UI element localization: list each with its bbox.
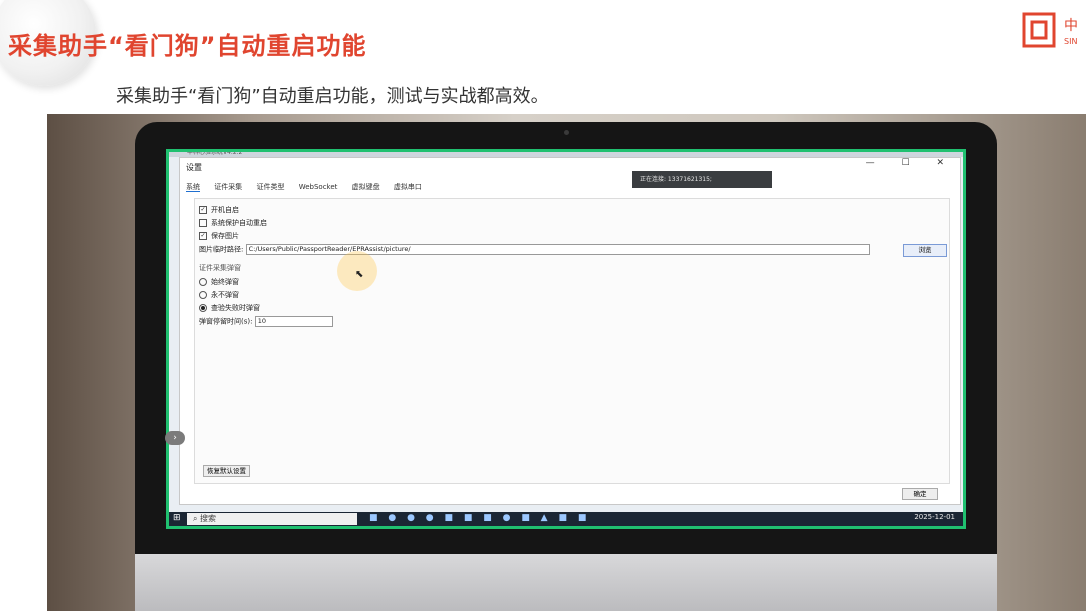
browse-button[interactable]: 浏览 xyxy=(903,244,947,257)
ok-button[interactable]: 确定 xyxy=(902,488,938,500)
save-image-label: 保存图片 xyxy=(211,232,239,240)
popup-group-label: 证件采集弹窗 xyxy=(199,264,241,272)
dialog-title: 设置 xyxy=(186,163,202,172)
autostart-option[interactable]: ✓ 开机自启 xyxy=(199,205,239,215)
system-protect-checkbox[interactable] xyxy=(199,219,207,227)
popup-on-fail-radio[interactable] xyxy=(199,304,207,312)
minimize-button[interactable]: — xyxy=(866,158,887,168)
webcam-dot xyxy=(564,130,569,135)
slide-subtitle: 采集助手“看门狗”自动重启功能，测试与实战都高效。 xyxy=(116,86,549,107)
connection-notification: 正在连接: 13371621315; xyxy=(632,171,772,188)
popup-stay-label: 弹窗停留时间(s): xyxy=(199,317,253,326)
popup-always-radio[interactable] xyxy=(199,278,207,286)
autostart-checkbox[interactable]: ✓ xyxy=(199,206,207,214)
popup-always-label: 始终弹窗 xyxy=(211,278,239,286)
tab-virtual-serial[interactable]: 虚拟串口 xyxy=(394,183,422,191)
popup-always-option[interactable]: 始终弹窗 xyxy=(199,277,239,287)
maximize-button[interactable]: ☐ xyxy=(902,158,922,168)
taskbar-search-text: 搜索 xyxy=(200,514,217,523)
popup-never-option[interactable]: 永不弹窗 xyxy=(199,290,239,300)
tab-system[interactable]: 系统 xyxy=(186,183,200,192)
popup-on-fail-label: 查验失败时弹窗 xyxy=(211,304,260,312)
settings-dialog: 设置 — ☐ ✕ 正在连接: 13371621315; 系统 证件采集 证件类型… xyxy=(179,157,961,505)
system-settings-panel: ✓ 开机自启 系统保护自动重启 ✓ 保存图片 图片临时路径: C:/Users/Pu… xyxy=(194,198,950,484)
save-image-option[interactable]: ✓ 保存图片 xyxy=(199,231,239,241)
brand-logo: 中 SIN xyxy=(1022,12,1078,48)
taskbar-date: 2025-12-01 xyxy=(914,513,955,521)
tab-websocket[interactable]: WebSocket xyxy=(299,183,338,191)
mouse-pointer-icon: ⬉ xyxy=(355,269,364,280)
logo-text-bottom: SIN xyxy=(1064,37,1077,46)
side-expand-arrow-icon[interactable]: › xyxy=(165,431,185,445)
windows-taskbar: ⊞ ⌕ 搜索 ■ ● ● ● ■ ■ ■ ● ■ ▲ ■ ■ 2025-12-0… xyxy=(169,512,963,526)
image-path-row: 图片临时路径: C:/Users/Public/PassportReader/E… xyxy=(199,244,870,255)
slide-title: 采集助手“看门狗”自动重启功能 xyxy=(8,32,367,60)
taskbar-app-icons[interactable]: ■ ● ● ● ■ ■ ■ ● ■ ▲ ■ ■ xyxy=(369,513,590,523)
popup-on-fail-option[interactable]: 查验失败时弹窗 xyxy=(199,303,260,313)
autostart-label: 开机自启 xyxy=(211,206,239,214)
save-image-checkbox[interactable]: ✓ xyxy=(199,232,207,240)
taskbar-search[interactable]: ⌕ 搜索 xyxy=(187,513,357,525)
logo-text-top: 中 xyxy=(1064,18,1078,34)
tab-id-capture[interactable]: 证件采集 xyxy=(214,183,242,191)
monitor-screen: 中科心验系统V4.2.2 设置 — ☐ ✕ 正在连接: 13371621315;… xyxy=(166,149,966,529)
restore-defaults-button[interactable]: 恢复默认设置 xyxy=(203,465,250,477)
monitor-chin xyxy=(135,554,997,611)
monitor-photo: 中科心验系统V4.2.2 设置 — ☐ ✕ 正在连接: 13371621315;… xyxy=(47,114,1086,611)
window-controls: — ☐ ✕ xyxy=(866,158,956,168)
system-protect-option[interactable]: 系统保护自动重启 xyxy=(199,218,267,228)
popup-stay-row: 弹窗停留时间(s): 10 xyxy=(199,316,333,327)
popup-stay-input[interactable]: 10 xyxy=(254,316,333,327)
start-icon[interactable]: ⊞ xyxy=(173,513,181,523)
popup-never-radio[interactable] xyxy=(199,291,207,299)
tab-virtual-keyboard[interactable]: 虚拟键盘 xyxy=(352,183,380,191)
system-protect-label: 系统保护自动重启 xyxy=(211,219,267,227)
popup-never-label: 永不弹窗 xyxy=(211,291,239,299)
image-path-label: 图片临时路径: xyxy=(199,245,244,254)
image-path-input[interactable]: C:/Users/Public/PassportReader/EPRAssist… xyxy=(245,244,870,255)
settings-tabs: 系统 证件采集 证件类型 WebSocket 虚拟键盘 虚拟串口 xyxy=(186,182,434,192)
browser-tab[interactable]: 中科心验系统V4.2.2 xyxy=(169,152,963,157)
close-button[interactable]: ✕ xyxy=(936,158,956,168)
tab-id-type[interactable]: 证件类型 xyxy=(256,183,284,191)
